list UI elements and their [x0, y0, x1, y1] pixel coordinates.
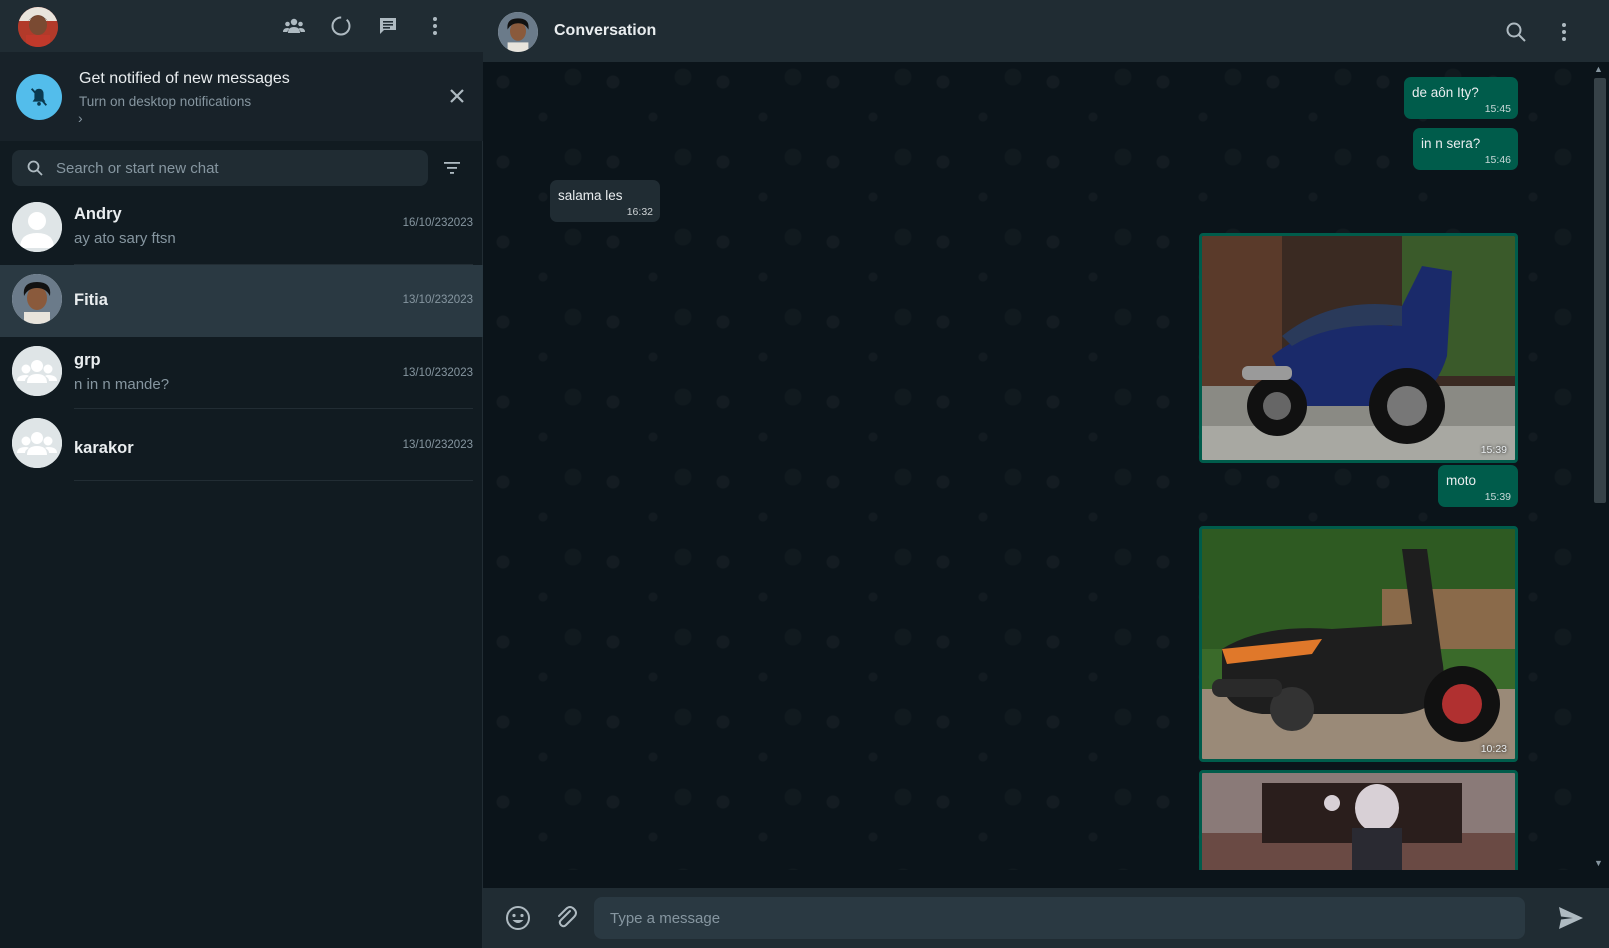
menu-icon[interactable]	[421, 12, 449, 40]
new-chat-icon[interactable]	[374, 12, 402, 40]
message-text: salama les	[558, 188, 623, 203]
message-text: de aôn Ity?	[1412, 85, 1479, 100]
message-time: 15:39	[1480, 444, 1507, 456]
notification-title: Get notified of new messages	[79, 70, 290, 87]
composer	[483, 888, 1609, 948]
scroll-thumb[interactable]	[1594, 78, 1606, 503]
message-time: 15:39	[1484, 491, 1511, 503]
chevron-right-icon[interactable]: ›	[78, 110, 83, 126]
message-bubble[interactable]: moto 15:39	[1438, 465, 1518, 507]
communities-icon[interactable]	[280, 12, 308, 40]
scooter-image	[1202, 236, 1515, 460]
message-bubble[interactable]: de aôn Ity? 15:45	[1404, 77, 1518, 119]
chat-date: 13/10/232023	[402, 439, 473, 451]
conversation-avatar[interactable]	[498, 12, 538, 52]
message-time: 16:32	[626, 206, 653, 218]
chat-date: 13/10/232023	[402, 367, 473, 379]
conversation-panel: Conversation de aôn Ity? 15:45 in n sera…	[483, 0, 1609, 948]
search-icon[interactable]	[26, 159, 44, 177]
filter-icon[interactable]	[442, 158, 462, 178]
attach-icon[interactable]	[553, 904, 579, 930]
scroll-up-icon[interactable]: ▲	[1594, 64, 1603, 74]
chat-date: 16/10/232023	[402, 217, 473, 229]
message-time: 15:45	[1484, 103, 1511, 115]
figure-image	[1202, 773, 1515, 870]
chat-name: grp	[74, 351, 101, 369]
default-avatar-icon	[12, 202, 62, 252]
chat-date: 13/10/232023	[402, 294, 473, 306]
message-text: in n sera?	[1421, 136, 1481, 151]
message-text: moto	[1446, 473, 1477, 488]
chat-name: Andry	[74, 205, 122, 223]
my-avatar[interactable]	[18, 7, 58, 47]
notification-subtitle[interactable]: Turn on desktop notifications	[79, 94, 251, 109]
image-message[interactable]: 10:23	[1199, 526, 1518, 762]
status-icon[interactable]	[327, 12, 355, 40]
message-area: de aôn Ity? 15:45 in n sera? 15:46 salam…	[483, 62, 1590, 870]
chat-item-grp[interactable]: grp n in n mande? 13/10/232023	[0, 337, 483, 409]
chat-list-panel: Get notified of new messages Turn on des…	[0, 0, 483, 948]
image-message[interactable]	[1199, 770, 1518, 870]
search-input[interactable]	[56, 150, 416, 186]
contact-avatar	[12, 274, 62, 324]
conversation-header[interactable]: Conversation	[483, 0, 1609, 62]
chat-name: karakor	[74, 439, 134, 457]
chat-item-karakor[interactable]: karakor 13/10/232023	[0, 409, 483, 481]
scrollbar[interactable]: ▲ ▼	[1590, 62, 1609, 870]
divider	[74, 480, 473, 481]
close-icon[interactable]	[444, 83, 470, 109]
message-bubble[interactable]: in n sera? 15:46	[1413, 128, 1518, 170]
notification-banner[interactable]: Get notified of new messages Turn on des…	[0, 52, 483, 141]
chat-list: Andry ay ato sary ftsn 16/10/232023 Fiti…	[0, 193, 483, 481]
chat-preview: ay ato sary ftsn	[74, 230, 176, 247]
chat-name: Fitia	[74, 291, 108, 309]
emoji-icon[interactable]	[504, 904, 532, 932]
left-header	[0, 0, 483, 52]
scooter-image	[1202, 529, 1515, 759]
send-icon[interactable]	[1557, 905, 1585, 931]
group-avatar-icon	[12, 346, 62, 396]
bell-off-icon	[16, 74, 62, 120]
conversation-title: Conversation	[554, 22, 657, 39]
message-input[interactable]	[594, 897, 1525, 939]
my-avatar-image	[18, 7, 58, 47]
message-bubble[interactable]: salama les 16:32	[550, 180, 660, 222]
menu-icon[interactable]	[1550, 18, 1578, 46]
group-avatar-icon	[12, 418, 62, 468]
message-time: 10:23	[1480, 743, 1507, 755]
chat-item-andry[interactable]: Andry ay ato sary ftsn 16/10/232023	[0, 193, 483, 265]
scroll-down-icon[interactable]: ▼	[1594, 858, 1603, 868]
message-time: 15:46	[1484, 154, 1511, 166]
search-icon[interactable]	[1502, 18, 1530, 46]
chat-item-fitia[interactable]: Fitia 13/10/232023	[0, 265, 483, 337]
search-box	[12, 150, 428, 186]
chat-preview: n in n mande?	[74, 376, 170, 393]
image-message[interactable]: 15:39	[1199, 233, 1518, 463]
